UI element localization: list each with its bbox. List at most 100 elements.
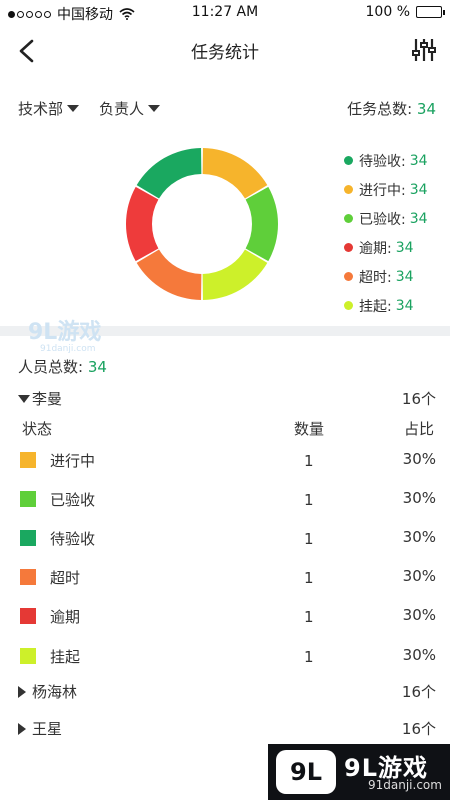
battery-icon <box>416 6 445 18</box>
status-ratio: 30% <box>402 606 436 624</box>
header-quantity: 数量 <box>294 420 325 438</box>
chart-legend: 待验收: 34 进行中: 34 已验收: 34 逾期: 34 超时: 34 挂起… <box>344 146 450 320</box>
status-swatch <box>20 530 36 546</box>
status-quantity: 1 <box>304 491 314 509</box>
person-count: 16个 <box>401 720 436 738</box>
status-label: 待验收 <box>50 530 96 548</box>
legend-item-suspended: 挂起: 34 <box>344 291 450 320</box>
department-label: 技术部 <box>18 100 64 118</box>
status-ratio: 30% <box>402 567 436 585</box>
status-quantity: 1 <box>304 569 314 587</box>
legend-count: 34 <box>395 239 414 256</box>
status-quantity: 1 <box>304 452 314 470</box>
status-label: 超时 <box>50 569 81 587</box>
triangle-right-icon <box>18 685 26 698</box>
status-label: 已验收 <box>50 491 96 509</box>
legend-count: 34 <box>395 297 414 314</box>
table-row: 已验收 1 30% <box>20 489 436 513</box>
person-name: 王星 <box>32 720 63 738</box>
person-name-wrap: 王星 <box>18 718 62 739</box>
people-total-label: 人员总数: <box>18 358 84 376</box>
status-table-header: 状态 数量 占比 <box>22 418 436 440</box>
legend-label: 已验收: <box>359 211 406 228</box>
header-ratio: 占比 <box>403 420 434 438</box>
legend-label: 超时: <box>359 269 392 286</box>
legend-item-accepted: 已验收: 34 <box>344 204 450 233</box>
status-quantity: 1 <box>304 608 314 626</box>
person-count: 16个 <box>401 683 436 701</box>
task-total-value: 34 <box>416 100 436 118</box>
legend-dot <box>344 301 353 310</box>
watermark-logo-icon: 9L <box>276 750 336 794</box>
caret-down-icon <box>148 105 161 112</box>
table-row: 逾期 1 30% <box>20 606 436 630</box>
status-label: 逾期 <box>50 608 81 626</box>
legend-count: 34 <box>409 181 428 198</box>
watermark-brand: 9L游戏 <box>28 320 102 345</box>
legend-dot <box>344 272 353 281</box>
people-total: 人员总数: 34 <box>18 356 107 377</box>
donut-segment-1 <box>245 186 278 262</box>
status-swatch <box>20 648 36 664</box>
triangle-right-icon <box>18 722 26 735</box>
status-ratio: 30% <box>402 528 436 546</box>
legend-dot <box>344 243 353 252</box>
page-title: 任务统计 <box>191 43 259 63</box>
status-ratio: 30% <box>402 450 436 468</box>
legend-item-in-progress: 进行中: 34 <box>344 175 450 204</box>
people-total-value: 34 <box>87 358 107 376</box>
legend-label: 挂起: <box>359 298 392 315</box>
filter-settings-button[interactable] <box>410 36 438 64</box>
status-swatch <box>20 491 36 507</box>
table-row: 进行中 1 30% <box>20 450 436 474</box>
task-donut-chart <box>126 148 278 300</box>
owner-label: 负责人 <box>99 100 145 118</box>
status-swatch <box>20 608 36 624</box>
table-row: 超时 1 30% <box>20 567 436 591</box>
person-name-wrap: 李曼 <box>18 388 62 409</box>
donut-segment-2 <box>202 249 268 300</box>
nav-bar: 任务统计 <box>0 26 450 74</box>
donut-segment-4 <box>126 186 159 262</box>
legend-count: 34 <box>395 268 414 285</box>
legend-dot <box>344 185 353 194</box>
watermark-badge: 9L 9L游戏 91danji.com <box>268 744 450 800</box>
status-label: 挂起 <box>50 648 81 666</box>
status-right: 100 % <box>365 4 445 20</box>
status-bar: 中国移动 11:27 AM 100 % <box>0 0 450 26</box>
person-name: 杨海林 <box>32 683 78 701</box>
task-total-label: 任务总数: <box>347 100 413 118</box>
task-total: 任务总数: 34 <box>347 98 436 119</box>
battery-percent: 100 % <box>365 4 410 20</box>
legend-count: 34 <box>409 152 428 169</box>
legend-item-timeout: 超时: 34 <box>344 262 450 291</box>
owner-dropdown[interactable]: 负责人 <box>99 98 161 119</box>
sliders-icon <box>412 39 436 61</box>
legend-item-pending-acceptance: 待验收: 34 <box>344 146 450 175</box>
legend-label: 进行中: <box>359 182 406 199</box>
status-ratio: 30% <box>402 646 436 664</box>
legend-dot <box>344 156 353 165</box>
legend-label: 逾期: <box>359 240 392 257</box>
filter-bar: 技术部 负责人 <box>18 98 161 119</box>
status-swatch <box>20 569 36 585</box>
triangle-down-icon <box>18 394 30 403</box>
watermark-site: 91danji.com <box>368 778 442 792</box>
header-status: 状态 <box>22 420 53 438</box>
donut-segment-3 <box>136 249 202 300</box>
status-quantity: 1 <box>304 648 314 666</box>
legend-count: 34 <box>409 210 428 227</box>
person-row-li-man[interactable]: 李曼 16个 <box>18 388 436 412</box>
status-quantity: 1 <box>304 530 314 548</box>
person-count: 16个 <box>401 390 436 408</box>
table-row: 待验收 1 30% <box>20 528 436 552</box>
watermark-site: 91danji.com <box>40 344 96 354</box>
status-label: 进行中 <box>50 452 96 470</box>
person-row-yang-hailin[interactable]: 杨海林 16个 <box>18 681 436 705</box>
donut-segment-0 <box>202 148 268 199</box>
watermark-logo: 9L游戏 91danji.com <box>28 322 128 356</box>
person-row-wang-xing[interactable]: 王星 16个 <box>18 718 436 742</box>
legend-label: 待验收: <box>359 153 406 170</box>
person-name-wrap: 杨海林 <box>18 681 77 702</box>
department-dropdown[interactable]: 技术部 <box>18 98 80 119</box>
